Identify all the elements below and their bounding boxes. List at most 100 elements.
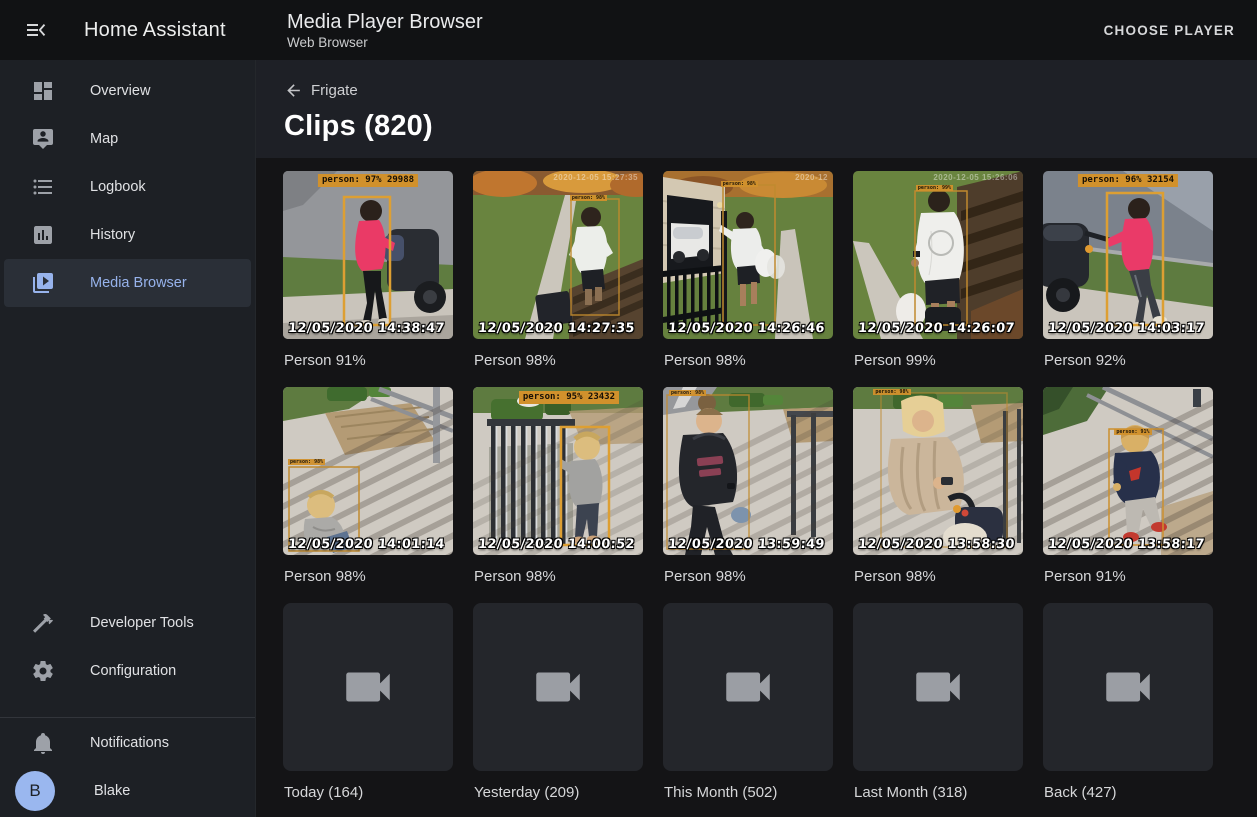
sidebar-item-label: History — [90, 227, 135, 243]
logbook-icon — [31, 175, 55, 199]
folder-tile-back[interactable]: Back (427) — [1043, 603, 1213, 817]
clip-scene — [853, 387, 1023, 555]
clip-caption: Person 98% — [474, 568, 643, 585]
clip-caption: Person 91% — [284, 352, 453, 369]
clip-tile[interactable]: person: 97% 29988 12/05/2020 14:38:47 Pers… — [283, 171, 453, 387]
folder-thumbnail[interactable] — [1043, 603, 1213, 771]
media-browser-panel: Frigate Clips (820) person: 97% 29988 12/… — [256, 60, 1257, 817]
clip-scene — [853, 171, 1023, 339]
sidebar-item-configuration[interactable]: Configuration — [4, 647, 251, 695]
clip-thumbnail[interactable]: 2020-12-05 15:27:35 person: 98% 12/05/2020… — [473, 171, 643, 339]
clip-thumbnail[interactable]: person: 95% 2343212/05/2020 14:00:52 — [473, 387, 643, 555]
sidebar-item-logbook[interactable]: Logbook — [4, 163, 251, 211]
detection-label: person: 97% 29988 — [318, 174, 418, 187]
clip-tile[interactable]: person: 91% 12/05/2020 13:58:17 Person 91% — [1043, 387, 1213, 603]
clip-scene — [1043, 171, 1213, 339]
breadcrumb[interactable]: Frigate — [284, 81, 358, 100]
folder-caption: Yesterday (209) — [474, 784, 643, 801]
camera-watermark: 2020-12-05 15:27:35 — [553, 173, 638, 182]
folder-thumbnail[interactable] — [853, 603, 1023, 771]
sidebar-bottom-section: Developer Tools Configuration Notificatio… — [0, 599, 255, 817]
folder-tile-today[interactable]: Today (164) — [283, 603, 453, 817]
sidebar-item-overview[interactable]: Overview — [4, 67, 251, 115]
sidebar-toggle-icon[interactable] — [20, 14, 52, 46]
choose-player-button[interactable]: CHOOSE PLAYER — [1096, 13, 1243, 48]
clip-scene — [283, 387, 453, 555]
sidebar-item-profile[interactable]: B Blake — [4, 767, 251, 815]
folders-grid: Today (164) Yesterday (209) This Month (50… — [283, 603, 1229, 817]
clip-timestamp: 12/05/2020 14:38:47 — [287, 321, 445, 336]
folder-caption: Today (164) — [284, 784, 453, 801]
clip-scene — [473, 387, 643, 555]
map-icon — [31, 127, 55, 151]
clip-tile[interactable]: 2020-12person: 98%12/05/2020 14:26:46Per… — [663, 171, 833, 387]
folder-thumbnail[interactable] — [473, 603, 643, 771]
clip-timestamp: 12/05/2020 13:59:49 — [667, 537, 825, 552]
user-avatar: B — [15, 771, 55, 811]
clip-caption: Person 98% — [854, 568, 1023, 585]
folder-caption: Back (427) — [1044, 784, 1213, 801]
clip-timestamp: 12/05/2020 13:58:30 — [857, 537, 1015, 552]
sidebar-divider — [0, 717, 255, 718]
sidebar-item-developer-tools[interactable]: Developer Tools — [4, 599, 251, 647]
clip-thumbnail[interactable]: 2020-12-05 15:26:06person: 99%12/05/2020… — [853, 171, 1023, 339]
sidebar-item-label: Map — [90, 131, 118, 147]
sidebar: Overview Map Logbook History Media Browser D… — [0, 60, 256, 817]
clip-tile[interactable]: person: 98% 12/05/2020 13:58:30 Person 98% — [853, 387, 1023, 603]
folder-thumbnail[interactable] — [663, 603, 833, 771]
sidebar-item-map[interactable]: Map — [4, 115, 251, 163]
camera-watermark: 2020-12-05 15:26:06 — [933, 173, 1018, 182]
clip-tile[interactable]: person: 96% 3215412/05/2020 14:03:17Pers… — [1043, 171, 1213, 387]
detection-label: person: 98% — [873, 389, 910, 395]
sidebar-item-label: Media Browser — [90, 275, 187, 291]
sidebar-item-media-browser[interactable]: Media Browser — [4, 259, 251, 307]
folder-tile-last-month[interactable]: Last Month (318) — [853, 603, 1023, 817]
sidebar-item-label: Developer Tools — [90, 615, 194, 631]
clip-tile[interactable]: 2020-12-05 15:26:06person: 99%12/05/2020… — [853, 171, 1023, 387]
clip-thumbnail[interactable]: person: 98% 12/05/2020 13:58:30 — [853, 387, 1023, 555]
detection-label: person: 91% — [1114, 429, 1151, 435]
clip-caption: Person 98% — [284, 568, 453, 585]
clip-thumbnail[interactable]: person: 98%12/05/2020 13:59:49 — [663, 387, 833, 555]
media-browser-header: Frigate Clips (820) — [256, 60, 1257, 158]
video-icon — [909, 658, 967, 716]
sidebar-nav-list: Overview Map Logbook History Media Browser — [0, 67, 255, 307]
clip-thumbnail[interactable]: person: 91% 12/05/2020 13:58:17 — [1043, 387, 1213, 555]
history-icon — [31, 223, 55, 247]
clip-timestamp: 12/05/2020 14:27:35 — [477, 321, 635, 336]
clip-tile[interactable]: person: 95% 2343212/05/2020 14:00:52 Pers… — [473, 387, 643, 603]
folder-tile-yesterday[interactable]: Yesterday (209) — [473, 603, 643, 817]
detection-label: person: 95% 23432 — [519, 391, 619, 404]
panel-title-block: Media Player Browser Web Browser — [256, 10, 1096, 50]
clip-thumbnail[interactable]: 2020-12person: 98%12/05/2020 14:26:46 — [663, 171, 833, 339]
top-app-bar: Home Assistant Media Player Browser Web … — [0, 0, 1257, 60]
sidebar-item-notifications[interactable]: Notifications — [4, 719, 251, 767]
arrow-left-icon — [284, 81, 303, 100]
sidebar-item-history[interactable]: History — [4, 211, 251, 259]
folder-thumbnail[interactable] — [283, 603, 453, 771]
clip-thumbnail[interactable]: person: 97% 29988 12/05/2020 14:38:47 — [283, 171, 453, 339]
clip-thumbnail[interactable]: person: 98% 12/05/2020 14:01:14 — [283, 387, 453, 555]
video-icon — [339, 658, 397, 716]
clip-timestamp: 12/05/2020 14:01:14 — [287, 537, 445, 552]
video-icon — [719, 658, 777, 716]
clip-caption: Person 98% — [474, 352, 643, 369]
clip-tile[interactable]: 2020-12-05 15:27:35 person: 98% 12/05/2020… — [473, 171, 643, 387]
clip-tile[interactable]: person: 98%12/05/2020 13:59:49Person 98% — [663, 387, 833, 603]
clip-thumbnail[interactable]: person: 96% 3215412/05/2020 14:03:17 — [1043, 171, 1213, 339]
detection-label: person: 98% — [570, 195, 607, 201]
clip-scene — [283, 171, 453, 339]
configuration-icon — [31, 659, 55, 683]
clip-caption: Person 91% — [1044, 568, 1213, 585]
detection-label: person: 98% — [288, 459, 325, 465]
detection-label: person: 99% — [916, 185, 953, 191]
dashboard-icon — [31, 79, 55, 103]
clip-timestamp: 12/05/2020 13:58:17 — [1047, 537, 1205, 552]
folder-tile-this-month[interactable]: This Month (502) — [663, 603, 833, 817]
breadcrumb-label: Frigate — [311, 82, 358, 99]
panel-title: Media Player Browser — [287, 10, 1096, 34]
sidebar-item-label: Logbook — [90, 179, 146, 195]
clip-timestamp: 12/05/2020 14:03:17 — [1047, 321, 1205, 336]
folder-caption: This Month (502) — [664, 784, 833, 801]
clip-tile[interactable]: person: 98% 12/05/2020 14:01:14 Person 98% — [283, 387, 453, 603]
